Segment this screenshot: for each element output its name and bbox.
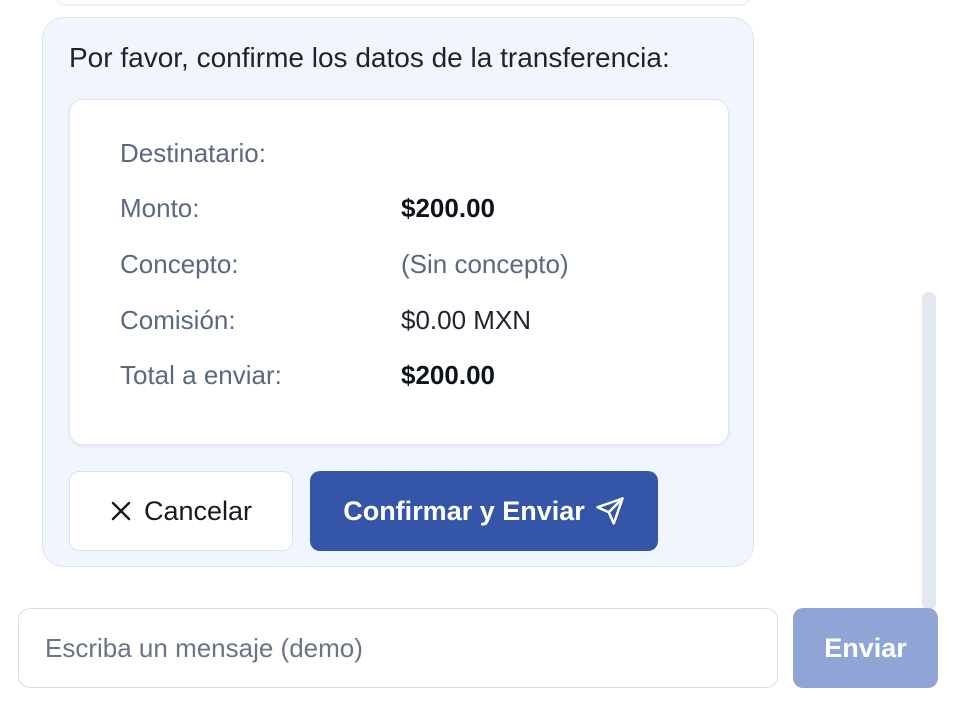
confirmation-message-bubble: Por favor, confirme los datos de la tran… <box>42 17 754 567</box>
confirmation-prompt: Por favor, confirme los datos de la tran… <box>69 42 670 73</box>
previous-message-bubble <box>58 0 748 4</box>
total-label: Total a enviar: <box>120 360 282 390</box>
recipient-label: Destinatario: <box>120 138 266 168</box>
send-icon <box>595 496 625 526</box>
confirm-and-send-button[interactable]: Confirmar y Enviar <box>310 471 658 551</box>
send-button[interactable]: Enviar <box>793 608 938 688</box>
chat-scrollbar[interactable] <box>922 292 936 610</box>
transfer-details-card: Destinatario: Monto: $200.00 Concepto: (… <box>69 99 729 445</box>
total-value: $200.00 <box>401 360 495 390</box>
cancel-button[interactable]: Cancelar <box>69 471 293 551</box>
detail-row-amount: Monto: $200.00 <box>120 193 680 229</box>
detail-row-total: Total a enviar: $200.00 <box>120 360 680 396</box>
confirm-button-label: Confirmar y Enviar <box>343 495 585 526</box>
cancel-button-label: Cancelar <box>143 495 253 526</box>
close-icon <box>110 500 132 522</box>
fee-label: Comisión: <box>120 305 236 335</box>
amount-label: Monto: <box>120 193 200 223</box>
amount-value: $200.00 <box>401 193 495 223</box>
concept-label: Concepto: <box>120 249 239 279</box>
detail-row-recipient: Destinatario: <box>120 138 680 174</box>
fee-value: $0.00 MXN <box>401 305 532 335</box>
send-button-label: Enviar <box>824 632 907 663</box>
detail-row-fee: Comisión: $0.00 MXN <box>120 305 680 341</box>
concept-value: (Sin concepto) <box>401 249 569 279</box>
detail-row-concept: Concepto: (Sin concepto) <box>120 249 680 285</box>
message-input[interactable] <box>18 608 778 688</box>
